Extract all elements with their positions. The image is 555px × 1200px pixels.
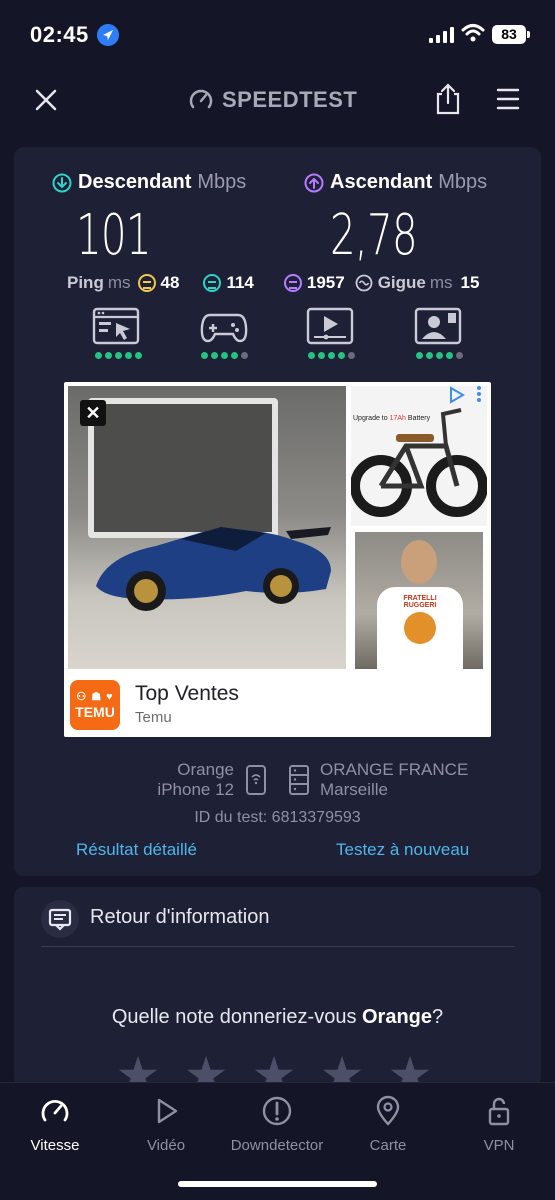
battery-indicator: 83 <box>492 25 526 44</box>
idle-latency-icon <box>137 274 156 292</box>
tab-label: Carte <box>369 1137 407 1154</box>
download-speed-value: 101 <box>76 203 152 268</box>
server-city: Marseille <box>320 780 389 799</box>
ping-download-value: 114 <box>226 273 254 292</box>
ping-label: Ping <box>67 273 104 292</box>
feedback-divider <box>41 946 515 947</box>
upload-label: Ascendant <box>330 171 433 193</box>
speedometer-icon <box>41 1099 69 1122</box>
upload-latency-icon <box>283 274 302 292</box>
speedometer-icon <box>189 89 213 109</box>
tab-map[interactable]: Carte <box>333 1095 443 1154</box>
temu-logo: ⚇ ☗ ♥ TEMU <box>70 680 120 730</box>
home-indicator[interactable] <box>178 1181 377 1187</box>
chat-bubble-icon <box>48 908 72 931</box>
ad-image-tshirt[interactable]: FRATELLI RUGGERI <box>355 532 483 669</box>
tab-label: VPN <box>483 1137 515 1154</box>
download-arrow-icon <box>52 173 72 192</box>
ad-close-badge[interactable]: ✕ <box>80 400 106 426</box>
web-browsing-icon[interactable] <box>92 307 140 345</box>
provider-info: Orange iPhone 12 <box>132 760 234 800</box>
test-id: ID du test: 6813379593 <box>194 809 361 826</box>
ping-upload-value: 1957 <box>306 273 345 292</box>
results-card: Descendant Mbps Ascendant Mbps 101 2,78 … <box>14 147 541 876</box>
share-icon[interactable] <box>432 82 464 116</box>
ad-image-sports-car[interactable]: ✕ <box>68 386 346 669</box>
ebike-caption: Upgrade to 17Ah Battery <box>353 415 431 422</box>
download-label: Descendant <box>78 171 192 193</box>
jitter-unit: ms <box>429 273 453 292</box>
alert-icon <box>262 1096 292 1126</box>
download-unit: Mbps <box>197 171 247 193</box>
feedback-title: Retour d'information <box>90 906 270 928</box>
location-arrow-icon <box>97 24 119 46</box>
tab-label: Vitesse <box>30 1137 80 1154</box>
tab-label: Downdetector <box>230 1137 324 1154</box>
latency-row: Ping ms 48 114 1957 Gigue ms 15 <box>67 273 479 293</box>
upload-header: Ascendant Mbps <box>304 171 487 194</box>
tab-downdetector[interactable]: Downdetector <box>222 1095 332 1154</box>
gaming-icon[interactable] <box>200 307 248 345</box>
server-icon <box>289 765 309 795</box>
ad-advertiser: Temu <box>135 709 172 726</box>
ad-title: Top Ventes <box>135 682 239 705</box>
detailed-result-link[interactable]: Résultat détaillé <box>76 840 197 860</box>
lock-icon <box>488 1097 510 1126</box>
jitter-icon <box>355 274 373 292</box>
tshirt-text: FRATELLI RUGGERI <box>403 595 437 609</box>
speedtest-logo: SPEEDTEST <box>188 84 357 116</box>
car-model-graphic <box>96 527 331 611</box>
ping-unit: ms <box>107 273 131 292</box>
device-name: iPhone 12 <box>157 780 234 799</box>
status-bar: 02:45 83 <box>0 0 555 70</box>
advertisement[interactable]: ✕ Upgrade to 17Ah Battery FRATELLI RUGGE… <box>64 382 491 737</box>
battery-tip <box>527 31 530 38</box>
feedback-icon-wrapper <box>41 900 79 938</box>
server-info[interactable]: ORANGE FRANCE Marseille <box>320 760 468 800</box>
video-streaming-icon[interactable] <box>306 307 354 345</box>
status-time: 02:45 <box>30 22 89 47</box>
app-header: SPEEDTEST <box>0 70 555 130</box>
ad-image-ebike[interactable]: Upgrade to 17Ah Battery <box>350 386 488 526</box>
tab-speed[interactable]: Vitesse <box>0 1095 110 1154</box>
upload-speed-value: 2,78 <box>330 203 418 268</box>
download-latency-icon <box>203 274 222 292</box>
upload-unit: Mbps <box>438 171 488 193</box>
download-header: Descendant Mbps <box>52 171 246 194</box>
wifi-icon <box>461 24 485 42</box>
lion-graphic <box>404 612 436 644</box>
gaming-rating <box>201 352 248 359</box>
ad-footer[interactable]: ⚇ ☗ ♥ TEMU Top Ventes Temu <box>64 672 491 737</box>
jitter-label: Gigue <box>377 273 426 292</box>
upload-arrow-icon <box>304 173 324 192</box>
feedback-card: Retour d'information Quelle note donneri… <box>14 887 541 1095</box>
tab-vpn[interactable]: VPN <box>444 1095 554 1154</box>
brand-name: SPEEDTEST <box>222 87 358 112</box>
tab-label: Vidéo <box>146 1137 186 1154</box>
ebike-graphic <box>350 408 488 517</box>
close-icon[interactable] <box>30 84 62 116</box>
jitter-value: 15 <box>460 273 480 292</box>
hamburger-menu-icon[interactable] <box>494 84 522 114</box>
model-head <box>401 540 437 584</box>
server-name: ORANGE FRANCE <box>320 760 469 779</box>
ping-idle-value: 48 <box>160 273 180 292</box>
play-icon <box>157 1098 178 1124</box>
feedback-provider: Orange <box>362 1006 433 1028</box>
test-again-link[interactable]: Testez à nouveau <box>336 840 469 860</box>
tshirt-graphic: FRATELLI RUGGERI <box>377 587 463 669</box>
video-call-icon[interactable] <box>414 307 462 345</box>
cellular-signal-icon <box>429 27 454 43</box>
tab-video[interactable]: Vidéo <box>111 1095 221 1154</box>
ad-options-icon[interactable] <box>475 385 483 403</box>
video-call-rating <box>416 352 463 359</box>
provider-name: Orange <box>177 760 234 779</box>
feedback-question: Quelle note donneriez-vous Orange? <box>111 1006 444 1028</box>
adchoices-icon[interactable] <box>448 386 466 404</box>
map-pin-icon <box>376 1095 400 1126</box>
video-streaming-rating <box>308 352 355 359</box>
web-browsing-rating <box>95 352 142 359</box>
phone-wifi-icon <box>246 765 266 795</box>
